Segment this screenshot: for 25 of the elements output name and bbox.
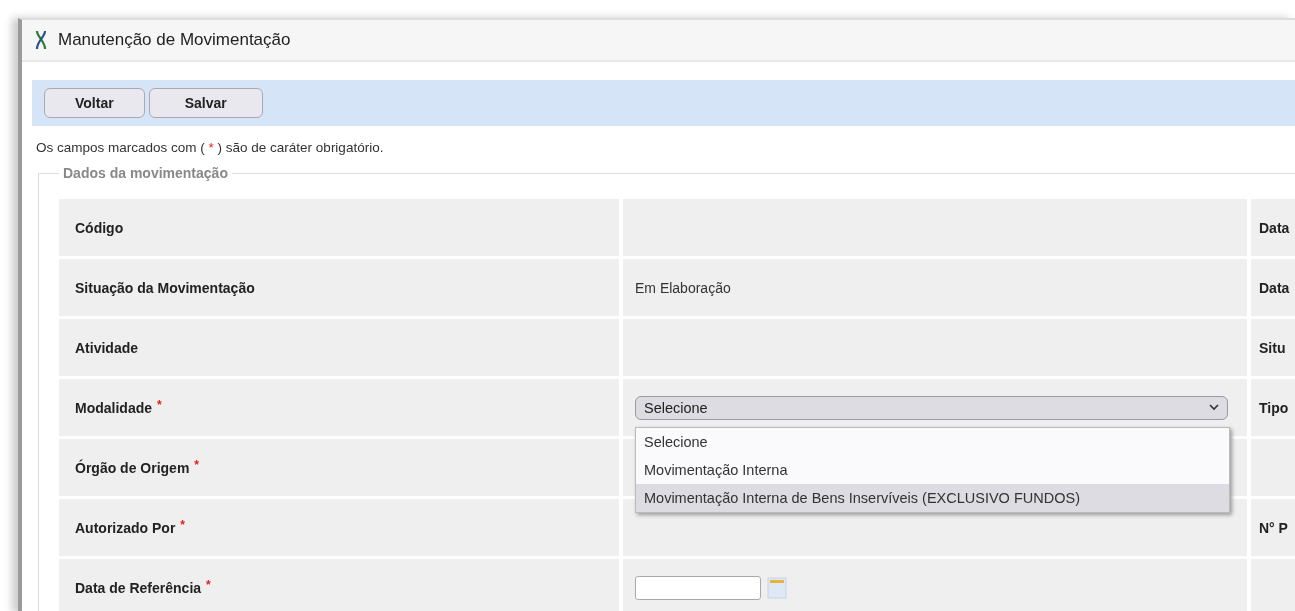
toolbar-button[interactable]: Salvar [148,88,263,118]
field-label: Código [59,199,619,256]
toolbar-button[interactable]: Voltar [44,88,145,118]
dropdown-option[interactable]: Movimentação Interna de Bens Inservíveis (EXCLUSIVO FUNDOS) [636,483,1229,512]
fieldset-legend: Dados da movimentação [59,165,232,181]
chevron-down-icon [1209,404,1219,411]
dropdown-option[interactable]: Movimentação Interna [636,455,1229,484]
logo-icon [34,29,48,51]
field-label: Data [1259,219,1290,236]
date-input-field[interactable] [635,575,761,600]
field-label: Tipo [1259,399,1289,416]
field-value: Em Elaboração [635,279,731,296]
field-label: Situ [1259,339,1286,356]
field-label: Data de Referência * [59,559,619,611]
window-title: Manutenção de Movimentação [58,30,291,50]
field-label: Órgão de Origem * [59,439,619,496]
dropdown-option[interactable]: Selecione [636,427,1229,456]
field-label: Modalidade * [59,379,619,436]
field-label: Autorizado Por * [59,499,619,556]
required-note: Os campos marcados com ( * ) são de caráter obrigatório. [36,140,385,155]
field-label: Situação da Movimentação [59,259,619,316]
calendar-icon[interactable] [767,576,787,599]
field-label: N° P [1259,519,1288,536]
field-label: Atividade [59,319,619,376]
field-label: Data [1259,279,1290,296]
